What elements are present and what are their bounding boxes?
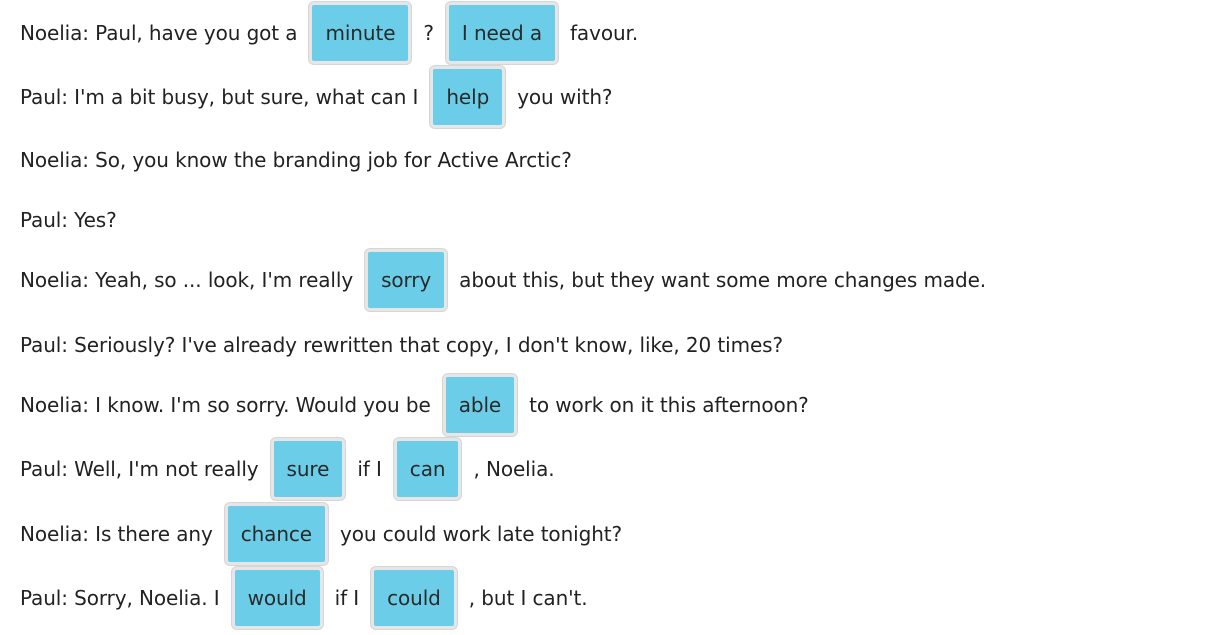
dialogue-line-3: Noelia: So, you know the branding job fo… [20, 128, 572, 192]
dialogue-text: ? [423, 21, 434, 45]
answer-chip-sure[interactable]: sure [270, 438, 346, 500]
dialogue-text: Paul: I'm a bit busy, but sure, what can… [20, 85, 419, 109]
dialogue-text: Paul: Sorry, Noelia. I [20, 586, 220, 610]
dialogue-text: if I [357, 457, 382, 481]
dialogue-text: to work on it this afternoon? [529, 393, 809, 417]
dialogue-text: if I [334, 586, 360, 610]
dialogue-line-2: Paul: I'm a bit busy, but sure, what can… [20, 65, 613, 129]
dialogue-line-6: Paul: Seriously? I've already rewritten … [20, 313, 783, 377]
dialogue-line-7: Noelia: I know. I'm so sorry. Would you … [20, 373, 809, 437]
dialogue-line-5: Noelia: Yeah, so ... look, I'm really so… [20, 248, 986, 312]
dialogue-line-9: Noelia: Is there any chance you could wo… [20, 502, 622, 566]
dialogue-text: you with? [517, 85, 613, 109]
dialogue-text: Paul: Yes? [20, 208, 117, 232]
answer-chip-chance[interactable]: chance [224, 503, 328, 565]
answer-chip-sorry[interactable]: sorry [365, 249, 448, 311]
dialogue-line-4: Paul: Yes? [20, 188, 117, 252]
dialogue-text: , but I can't. [468, 586, 588, 610]
dialogue-text: favour. [569, 21, 639, 45]
answer-chip-i-need-a[interactable]: I need a [445, 2, 558, 64]
dialogue-text: Noelia: So, you know the branding job fo… [20, 148, 572, 172]
answer-chip-would[interactable]: would [231, 567, 323, 629]
dialogue-text: Noelia: Is there any [20, 522, 213, 546]
dialogue-text: Noelia: I know. I'm so sorry. Would you … [20, 393, 431, 417]
dialogue-text: Noelia: Yeah, so ... look, I'm really [20, 268, 354, 292]
dialogue-text: , Noelia. [473, 457, 555, 481]
answer-chip-minute[interactable]: minute [309, 2, 412, 64]
answer-chip-able[interactable]: able [442, 374, 518, 436]
dialogue-line-10: Paul: Sorry, Noelia. I would if I could … [20, 566, 588, 630]
answer-chip-can[interactable]: can [393, 438, 462, 500]
dialogue-text: about this, but they want some more chan… [459, 268, 987, 292]
dialogue-line-1: Noelia: Paul, have you got a minute ? I … [20, 1, 638, 65]
dialogue-text: Paul: Seriously? I've already rewritten … [20, 333, 784, 357]
dialogue-line-8: Paul: Well, I'm not really sure if I can… [20, 437, 555, 501]
answer-chip-could[interactable]: could [371, 567, 457, 629]
answer-chip-help[interactable]: help [430, 66, 506, 128]
dialogue-text: you could work late tonight? [340, 522, 623, 546]
dialogue-text: Paul: Well, I'm not really [20, 457, 259, 481]
dialogue-text: Noelia: Paul, have you got a [20, 21, 298, 45]
